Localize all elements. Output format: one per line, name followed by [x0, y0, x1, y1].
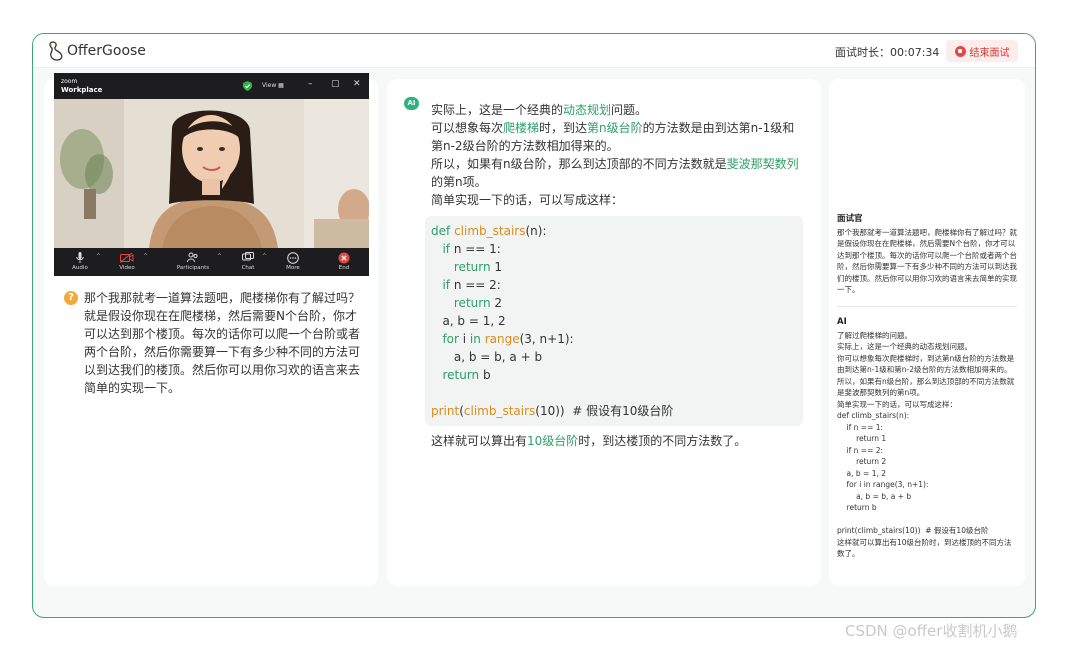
history-divider [837, 306, 1017, 307]
zoom-view-menu[interactable]: View ▦ [262, 82, 284, 89]
code-line: if n == 2: [442, 278, 501, 292]
highlight-term: 爬楼梯 [503, 121, 540, 135]
app-window: OfferGoose 面试时长：00:07:34 结束面试 zoom Workp… [32, 33, 1036, 618]
code-line: return b [442, 368, 491, 382]
zoom-brand-big: Workplace [61, 86, 103, 94]
ai-answer-text: 实际上，这是一个经典的动态规划问题。 可以想象每次爬楼梯时，到达第n级台阶的方法… [431, 101, 803, 209]
microphone-icon [76, 252, 84, 263]
history-code-line: return b [837, 503, 877, 512]
code-block: def climb_stairs(n): if n == 1: return 1… [425, 216, 803, 426]
history-ai-line: 简单实现一下的话，可以写成这样： [837, 399, 957, 409]
zoom-controls: Audio ^ Video ^ Participants ^ Chat ^ Mo… [54, 248, 369, 276]
history-code-line: if n == 1: [837, 422, 884, 432]
zoom-logo: zoom Workplace [61, 78, 102, 94]
brand-name: OfferGoose [67, 43, 146, 59]
maximize-icon[interactable]: ▢ [331, 79, 340, 89]
timer-label: 面试时长： [835, 46, 890, 59]
code-line: a, b = b, a + b [453, 350, 543, 364]
titlebar: OfferGoose 面试时长：00:07:34 结束面试 [33, 34, 1035, 68]
history-code-line: return 1 [837, 434, 887, 443]
code-line: if n == 1: [442, 242, 501, 256]
question-icon: ? [64, 291, 78, 305]
audio-button[interactable]: Audio [60, 251, 100, 271]
history-code-line: for i in range(3, n+1): [837, 480, 929, 489]
answer-paragraph-3: 所以，如果有n级台阶，那么到达顶部的不同方法数就是斐波那契数列的第n项。 [431, 157, 799, 189]
video-caret-icon[interactable]: ^ [143, 253, 148, 260]
history-code-line: print(climb_stairs(10)) # 假设有10级台阶 [837, 526, 989, 535]
question-text: 那个我那就考一道算法题吧，爬楼梯你有了解过吗？就是假设你现在在爬楼梯，然后需要N… [84, 291, 361, 395]
history-code-line: if n == 2: [837, 445, 884, 455]
history-code-line: return 2 [837, 457, 887, 466]
answer-paragraph-4: 简单实现一下的话，可以写成这样： [431, 193, 624, 207]
stop-icon [954, 45, 966, 57]
history-ai-line: 了解过爬楼梯的问题。 [837, 330, 912, 340]
history-ai: AI 了解过爬楼梯的问题。 实际上，这是一个经典的动态规划问题。 你可以想象每次… [837, 317, 1019, 560]
goose-logo-icon [49, 41, 63, 61]
end-call-button[interactable]: End [324, 251, 364, 271]
participants-icon [187, 252, 198, 263]
ai-answer-panel: AI 实际上，这是一个经典的动态规划问题。 可以想象每次爬楼梯时，到达第n级台阶… [387, 79, 821, 586]
more-button[interactable]: More [273, 251, 313, 271]
participants-button[interactable]: Participants [173, 251, 213, 271]
close-icon[interactable]: ✕ [353, 79, 361, 89]
end-interview-label: 结束面试 [969, 47, 1010, 59]
history-ai-outro: 这样就可以算出有10级台阶时，到达楼顶的不同方法数了。 [837, 537, 1012, 559]
highlight-term: 10级台阶 [527, 434, 579, 448]
history-code-line: a, b = b, a + b [837, 491, 912, 501]
audio-caret-icon[interactable]: ^ [96, 253, 101, 260]
code-line: print(climb_stairs(10)) # 假设有10级台阶 [431, 404, 674, 418]
history-interviewer-text: 那个我那就考一道算法题吧，爬楼梯你有了解过吗？就是假设你现在在爬楼梯，然后需要N… [837, 227, 1017, 295]
history-ai-line: 你可以想象每次爬楼梯时，到达第n级台阶的方法数是由到达第n-1级和第n-2级台阶… [837, 353, 1015, 375]
code-line: def climb_stairs(n): [431, 224, 547, 238]
participants-caret-icon[interactable]: ^ [217, 253, 222, 260]
zoom-window: zoom Workplace View ▦ – ▢ ✕ Audio ^ Vide… [54, 73, 369, 276]
chat-caret-icon[interactable]: ^ [262, 253, 267, 260]
brand: OfferGoose [48, 41, 146, 61]
code-line: return 1 [453, 260, 503, 274]
end-interview-button[interactable]: 结束面试 [946, 40, 1018, 62]
highlight-term: 斐波那契数列 [726, 157, 799, 171]
timer-value: 00:07:34 [890, 46, 940, 59]
video-button[interactable]: Video [107, 251, 147, 271]
chat-icon [242, 252, 254, 261]
participant-video [54, 99, 369, 248]
code-line: for i in range(3, n+1): [442, 332, 574, 346]
end-call-icon [338, 252, 350, 263]
code-line: a, b = 1, 2 [442, 314, 506, 328]
video-panel: zoom Workplace View ▦ – ▢ ✕ Audio ^ Vide… [44, 73, 378, 586]
history-ai-line: 实际上，这是一个经典的动态规划问题。 [837, 342, 972, 351]
code-line: return 2 [453, 296, 503, 310]
highlight-term: 动态规划 [563, 103, 612, 117]
video-off-icon [120, 252, 134, 263]
more-icon [287, 251, 299, 264]
interviewer-question: ? 那个我那就考一道算法题吧，爬楼梯你有了解过吗？就是假设你现在在爬楼梯，然后需… [64, 289, 364, 397]
history-code-line [837, 514, 1019, 526]
history-code-line: def climb_stairs(n): [837, 411, 910, 420]
watermark: CSDN @offer收割机小鹅 [845, 622, 1018, 640]
history-interviewer-title: 面试官 [837, 214, 863, 224]
interview-timer: 面试时长：00:07:34 [835, 44, 939, 60]
history-panel: 面试官 那个我那就考一道算法题吧，爬楼梯你有了解过吗？就是假设你现在在爬楼梯，然… [829, 79, 1025, 586]
highlight-term: 第n级台阶 [587, 121, 643, 135]
shield-check-icon [243, 81, 252, 91]
history-interviewer: 面试官 那个我那就考一道算法题吧，爬楼梯你有了解过吗？就是假设你现在在爬楼梯，然… [837, 214, 1019, 296]
history-ai-line: 所以，如果有n级台阶，那么到达顶部的不同方法数就是斐波那契数列的第n项。 [837, 376, 1015, 398]
zoom-titlebar: zoom Workplace View ▦ – ▢ ✕ [54, 73, 369, 99]
minimize-icon[interactable]: – [308, 79, 313, 89]
history-code-line: a, b = 1, 2 [837, 468, 887, 478]
history-ai-title: AI [837, 317, 847, 327]
zoom-brand-small: zoom [61, 78, 78, 85]
participant-video-image [54, 99, 369, 248]
answer-paragraph-1: 实际上，这是一个经典的动态规划问题。 [431, 103, 648, 117]
ai-badge-icon: AI [404, 97, 419, 110]
answer-paragraph-2: 可以想象每次爬楼梯时，到达第n级台阶的方法数是由到达第n-1级和第n-2级台阶的… [431, 121, 795, 153]
answer-outro: 这样就可以算出有10级台阶时，到达楼顶的不同方法数了。 [431, 434, 747, 448]
